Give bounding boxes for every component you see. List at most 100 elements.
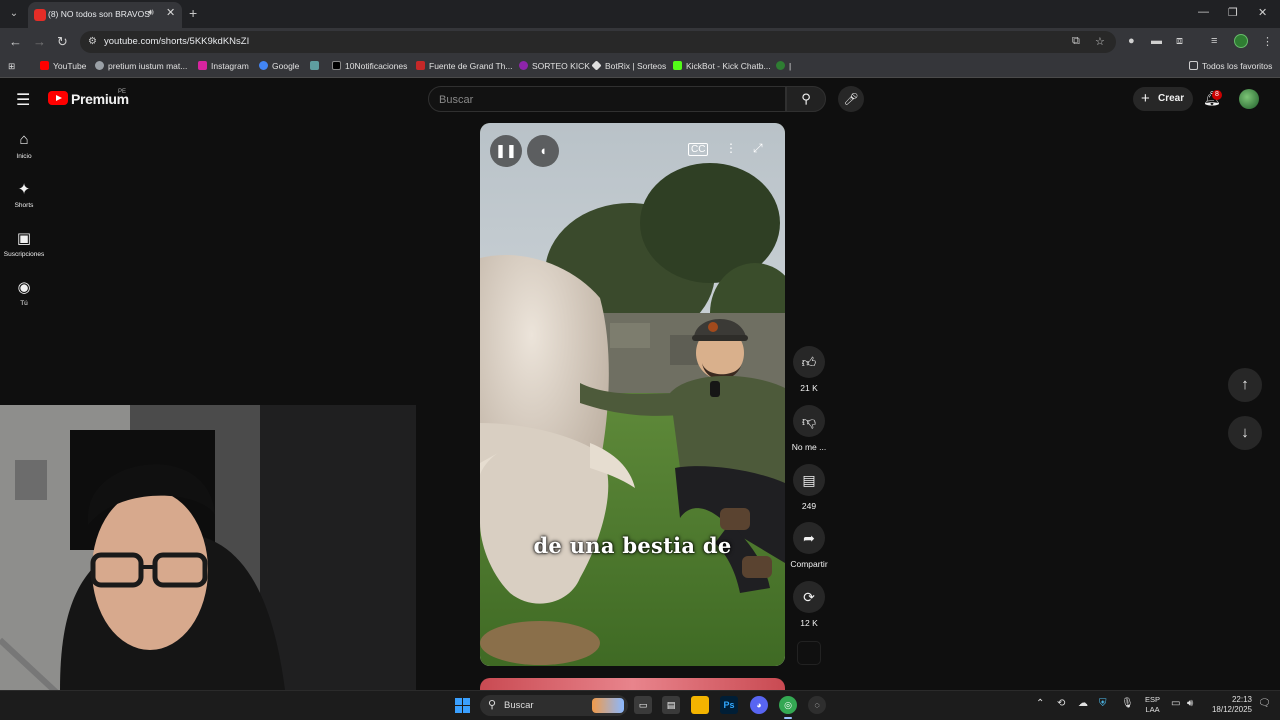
bookmark-fuente-gta[interactable]: Fuente de Grand Th...	[416, 61, 512, 71]
site-info-icon[interactable]: ⚙︎	[88, 36, 97, 47]
notepad-icon[interactable]: ▤	[662, 696, 680, 714]
microphone-tray-icon[interactable]: 🎙︎	[1121, 698, 1134, 709]
chrome-menu-icon[interactable]: ⋮	[1262, 35, 1273, 48]
forward-icon[interactable]: →	[33, 34, 46, 49]
bookmark-10notificaciones[interactable]: 10Notificaciones	[332, 61, 407, 71]
all-bookmarks-folder[interactable]: Todos los favoritos	[1189, 61, 1272, 71]
guide-item-inicio[interactable]: ⌂ Inicio	[0, 131, 48, 160]
captions-icon[interactable]: CC	[688, 143, 709, 156]
region-code: PE	[118, 89, 127, 95]
comments-button[interactable]: ▤ 249	[788, 464, 830, 511]
media-control-icon[interactable]: ≡	[1211, 35, 1217, 47]
account-avatar[interactable]	[1239, 89, 1259, 109]
system-clock[interactable]: 22:13 18/12/2025	[1206, 695, 1252, 715]
extension-2-icon[interactable]: ▬	[1151, 35, 1162, 47]
onedrive-icon[interactable]: ☁︎	[1078, 698, 1088, 709]
browser-tab-active[interactable]: (8) NO todos son BRAVOS 🐂 ...	[28, 2, 182, 28]
new-tab-icon[interactable]: +	[189, 5, 197, 21]
tray-app-icon[interactable]: ⟲	[1057, 698, 1065, 709]
sound-thumbnail[interactable]	[797, 641, 821, 665]
bookmark-youtube[interactable]: YouTube	[40, 61, 86, 71]
chrome-profile-avatar[interactable]	[1234, 34, 1248, 48]
home-icon: ⌂	[19, 131, 29, 148]
security-icon[interactable]: ⛨	[1099, 698, 1107, 709]
bookmark-star-icon[interactable]: ☆	[1095, 35, 1105, 48]
voice-search-button[interactable]: 🎤︎	[838, 86, 864, 112]
install-app-icon[interactable]: ⧉	[1072, 35, 1080, 48]
guide-label: Suscripciones	[3, 251, 45, 258]
globe-icon	[95, 61, 104, 70]
youtube-bookmark-icon	[40, 61, 49, 70]
extension-icon[interactable]: ●	[1128, 35, 1135, 47]
guide-item-tu[interactable]: ◉ Tú	[0, 278, 48, 307]
dislike-button[interactable]: 👎︎ No me ...	[788, 405, 830, 452]
pause-button[interactable]: ❚❚	[490, 135, 522, 167]
window-close-icon[interactable]: ✕	[1258, 6, 1267, 19]
subscriptions-icon: ▣	[16, 230, 32, 247]
search-input[interactable]	[439, 92, 769, 108]
share-button[interactable]: ➦ Compartir	[788, 522, 830, 569]
start-button[interactable]	[455, 698, 470, 713]
back-icon[interactable]: ←	[9, 34, 22, 49]
tab-audio-icon[interactable]: 🔊︎	[148, 7, 154, 18]
bookmark-sorteo-kick[interactable]: SORTEO KICK	[519, 61, 590, 71]
next-short-button[interactable]: ↓	[1228, 416, 1262, 450]
minimize-icon[interactable]: —	[1198, 6, 1209, 18]
taskbar-search-label: Buscar	[504, 700, 534, 711]
search-box[interactable]	[428, 86, 786, 112]
guide-label: Inicio	[16, 153, 32, 160]
remix-button[interactable]: ⟳ 12 K	[788, 581, 830, 628]
fullscreen-icon[interactable]: ⤢	[753, 141, 763, 156]
task-view-icon[interactable]: ▭	[634, 696, 652, 714]
show-hidden-icons-icon[interactable]: ⌃	[1036, 698, 1044, 709]
badge-icon	[776, 61, 785, 70]
thumbs-up-icon: 👍︎	[793, 346, 825, 378]
shorts-icon: ✦	[17, 181, 31, 198]
bookmark-pretium[interactable]: pretium iustum mat...	[95, 61, 187, 71]
guide-item-shorts[interactable]: ✦ Shorts	[0, 180, 48, 209]
previous-short-button[interactable]: ↑	[1228, 368, 1262, 402]
guide-menu-icon[interactable]: ☰	[16, 90, 30, 110]
extensions-puzzle-icon[interactable]: ⧈	[1176, 35, 1183, 48]
create-button[interactable]: + Crear	[1133, 87, 1193, 111]
guide-item-suscripciones[interactable]: ▣ Suscripciones	[0, 229, 48, 258]
bookmarks-bar: ⊞ YouTube pretium iustum mat... Instagra…	[0, 56, 1280, 78]
speaker-icon[interactable]: 🔊︎	[1187, 698, 1193, 709]
taskbar-search[interactable]: ⚲ Buscar	[480, 695, 628, 716]
notification-center-icon[interactable]: 🗨︎	[1258, 698, 1271, 709]
like-button[interactable]: 👍︎ 21 K	[788, 346, 830, 393]
youtube-logo-icon[interactable]	[48, 91, 68, 105]
bookmark-13[interactable]: |	[776, 61, 791, 71]
chrome-icon[interactable]: ◎	[779, 696, 797, 719]
address-bar[interactable]: ⚙︎ youtube.com/shorts/5KK9kdKNsZI	[80, 31, 1116, 53]
tab-search-icon[interactable]: ⌄	[6, 6, 22, 22]
more-options-icon[interactable]: ⋮	[725, 141, 737, 155]
bookmark-kickbot[interactable]: KickBot - Kick Chatb...	[673, 61, 771, 71]
kickbot-icon	[673, 61, 682, 70]
bookmark-instagram[interactable]: Instagram	[198, 61, 249, 71]
language-indicator[interactable]: ESP LAA	[1145, 695, 1160, 715]
discord-icon[interactable]: ◕	[750, 696, 768, 714]
webcam-image	[0, 405, 416, 690]
next-short-preview[interactable]	[480, 678, 785, 690]
share-label: Compartir	[790, 559, 828, 569]
url-text[interactable]: youtube.com/shorts/5KK9kdKNsZI	[104, 36, 249, 47]
create-label: Crear	[1158, 93, 1185, 104]
bookmark-icon	[310, 61, 319, 70]
remix-icon: ⟳	[793, 581, 825, 613]
tab-close-icon[interactable]: ✕	[166, 6, 175, 19]
network-icon[interactable]: ▭	[1171, 698, 1180, 709]
volume-button[interactable]: ◖	[527, 135, 559, 167]
bookmark-botrix[interactable]: BotRix | Sorteos	[591, 60, 666, 71]
obs-icon[interactable]: ◌	[808, 696, 826, 714]
shorts-video-player[interactable]: ❚❚ ◖ CC ⋮ ⤢ de una bestia de	[480, 123, 785, 666]
volume-icon: ◖	[539, 143, 547, 158]
bookmark-unnamed[interactable]	[310, 61, 323, 71]
file-explorer-icon[interactable]	[691, 696, 709, 714]
bookmark-google[interactable]: Google	[259, 61, 299, 71]
photoshop-icon[interactable]: Ps	[720, 696, 738, 714]
apps-grid-icon[interactable]: ⊞	[8, 61, 15, 72]
restore-icon[interactable]: ❐	[1228, 6, 1238, 19]
reload-icon[interactable]: ↻	[57, 34, 68, 50]
search-button[interactable]: ⚲	[786, 86, 826, 112]
